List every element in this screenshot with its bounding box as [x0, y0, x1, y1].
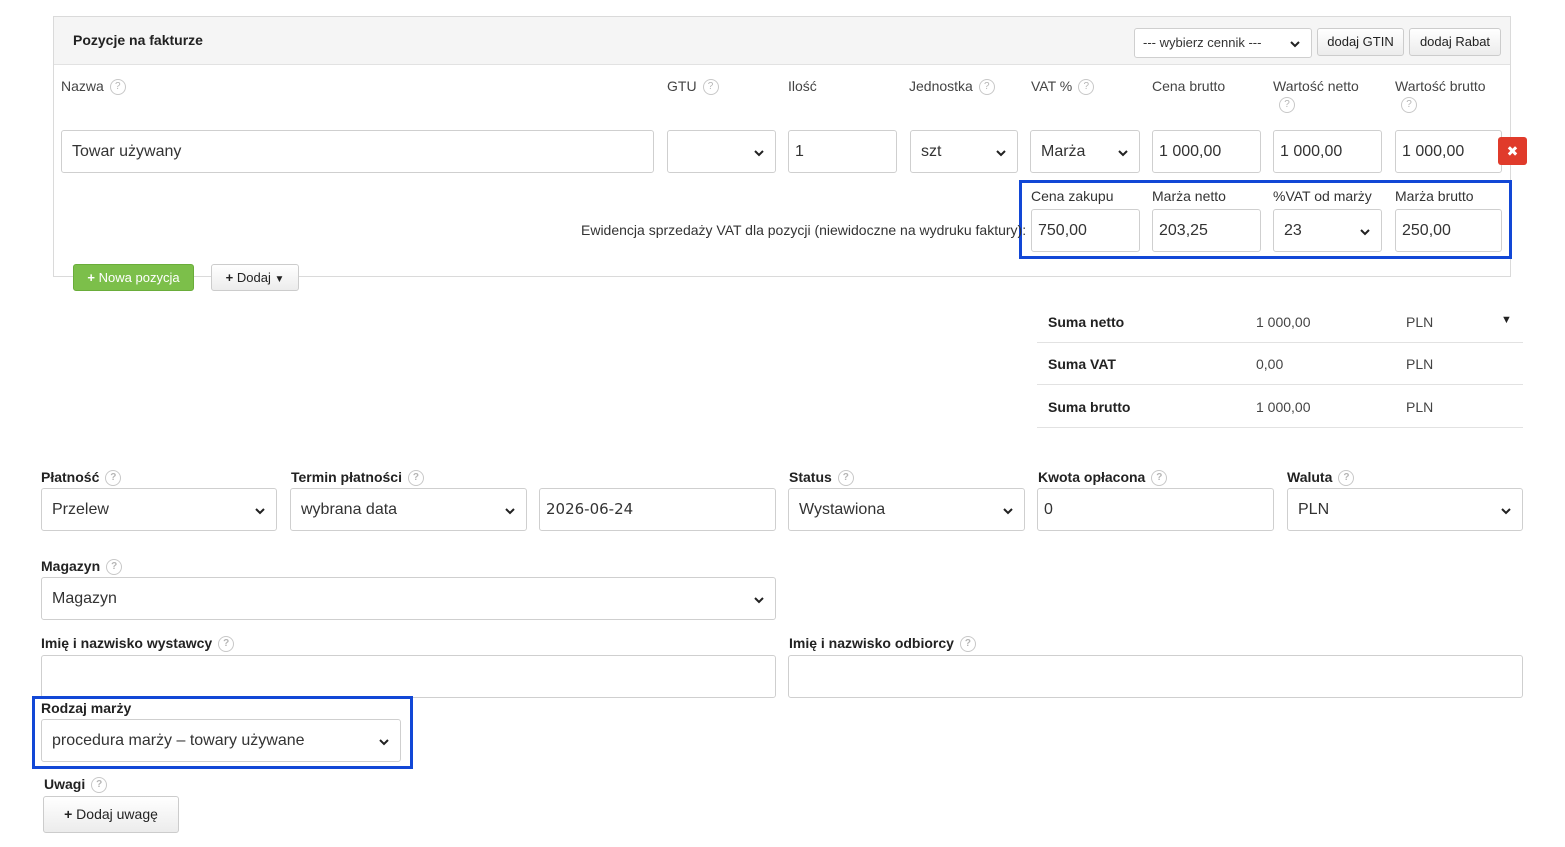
item-gross-price-input[interactable]: 1 000,00 — [1152, 130, 1261, 173]
notes-label: Uwagi? — [44, 776, 108, 794]
help-icon[interactable]: ? — [407, 470, 424, 487]
due-date-input[interactable]: 2026-06-24 — [539, 488, 776, 531]
column-gross-value-header: Wartość brutto? — [1395, 78, 1486, 113]
help-icon[interactable]: ? — [1078, 79, 1095, 96]
chevron-down-icon — [504, 489, 516, 530]
help-icon[interactable]: ? — [1338, 470, 1355, 487]
currency-label: Waluta? — [1287, 469, 1355, 487]
help-icon[interactable]: ? — [959, 636, 976, 653]
gross-margin-input[interactable]: 250,00 — [1395, 209, 1502, 252]
vat-rate-label: %VAT od marży — [1273, 188, 1372, 204]
item-vat-select[interactable]: Marża — [1030, 130, 1140, 173]
gross-margin-label: Marża brutto — [1395, 188, 1474, 204]
plus-icon: + — [225, 270, 234, 285]
net-margin-input[interactable]: 203,25 — [1152, 209, 1261, 252]
add-discount-button[interactable]: dodaj Rabat — [1409, 28, 1501, 56]
chevron-down-icon — [1289, 29, 1301, 57]
payment-select[interactable]: Przelew — [41, 488, 277, 531]
help-icon[interactable]: ? — [702, 79, 719, 96]
issuer-label: Imię i nazwisko wystawcy? — [41, 635, 235, 653]
help-icon[interactable]: ? — [1279, 97, 1295, 113]
warehouse-select[interactable]: Magazyn — [41, 577, 776, 620]
due-label: Termin płatności? — [291, 469, 424, 487]
chevron-down-icon — [995, 131, 1007, 172]
net-margin-label: Marża netto — [1152, 188, 1226, 204]
add-gtin-button[interactable]: dodaj GTIN — [1317, 28, 1404, 56]
help-icon[interactable]: ? — [91, 777, 108, 794]
recipient-input[interactable] — [788, 655, 1523, 698]
payment-label: Płatność? — [41, 469, 122, 487]
item-gross-value-input[interactable]: 1 000,00 — [1395, 130, 1502, 173]
caret-down-icon: ▼ — [274, 274, 285, 285]
chevron-down-icon — [1002, 489, 1014, 530]
panel-title: Pozycje na fakturze — [73, 32, 203, 48]
total-row-net: Suma netto 1 000,00 PLN ▼ — [1037, 301, 1523, 343]
add-dropdown-button[interactable]: + Dodaj ▼ — [211, 264, 299, 291]
chevron-down-icon — [378, 720, 390, 761]
margin-type-label: Rodzaj marży — [41, 700, 132, 716]
total-row-vat: Suma VAT 0,00 PLN — [1037, 343, 1523, 385]
item-net-value-input[interactable]: 1 000,00 — [1273, 130, 1382, 173]
help-icon[interactable]: ? — [978, 79, 995, 96]
chevron-down-icon — [254, 489, 266, 530]
help-icon[interactable]: ? — [1401, 97, 1417, 113]
column-gross-price-header: Cena brutto — [1152, 78, 1226, 94]
add-note-button[interactable]: + Dodaj uwagę — [43, 796, 179, 833]
item-name-input[interactable]: Towar używany — [61, 130, 654, 173]
chevron-down-icon — [753, 578, 765, 619]
chevron-down-icon — [1117, 131, 1129, 172]
plus-icon: + — [64, 806, 73, 822]
column-unit-header: Jednostka? — [909, 78, 995, 96]
help-icon[interactable]: ? — [218, 636, 235, 653]
new-item-button[interactable]: + Nowa pozycja — [73, 264, 194, 291]
margin-type-select[interactable]: procedura marży – towary używane — [41, 719, 401, 762]
status-select[interactable]: Wystawiona — [788, 488, 1025, 531]
vat-rate-select[interactable]: 23 — [1273, 209, 1382, 252]
help-icon[interactable]: ? — [106, 559, 123, 576]
plus-icon: + — [87, 270, 96, 285]
column-name-header: Nazwa? — [61, 78, 126, 96]
item-gtu-select[interactable] — [667, 130, 776, 173]
help-icon[interactable]: ? — [837, 470, 854, 487]
recipient-label: Imię i nazwisko odbiorcy? — [789, 635, 976, 653]
warehouse-label: Magazyn? — [41, 558, 123, 576]
paid-amount-input[interactable]: 0 — [1037, 488, 1274, 531]
delete-item-icon[interactable]: ✖ — [1498, 137, 1527, 165]
help-icon[interactable]: ? — [105, 470, 122, 487]
help-icon[interactable]: ? — [1151, 470, 1168, 487]
total-row-gross: Suma brutto 1 000,00 PLN — [1037, 386, 1523, 428]
chevron-down-icon — [1359, 210, 1371, 251]
margin-note: Ewidencja sprzedaży VAT dla pozycji (nie… — [581, 222, 1027, 238]
purchase-price-input[interactable]: 750,00 — [1031, 209, 1140, 252]
column-qty-header: Ilość — [788, 78, 817, 94]
column-net-value-header: Wartość netto? — [1273, 78, 1359, 113]
issuer-input[interactable] — [41, 655, 776, 698]
caret-down-icon[interactable]: ▼ — [1501, 314, 1512, 326]
status-label: Status? — [789, 469, 854, 487]
item-unit-select[interactable]: szt — [910, 130, 1018, 173]
column-gtu-header: GTU? — [667, 78, 719, 96]
currency-select[interactable]: PLN — [1287, 488, 1523, 531]
item-qty-input[interactable]: 1 — [788, 130, 897, 173]
chevron-down-icon — [753, 131, 765, 172]
help-icon[interactable]: ? — [109, 79, 126, 96]
chevron-down-icon — [1500, 489, 1512, 530]
pricelist-select[interactable]: --- wybierz cennik --- — [1134, 28, 1312, 58]
paid-amount-label: Kwota opłacona? — [1038, 469, 1168, 487]
purchase-price-label: Cena zakupu — [1031, 188, 1114, 204]
column-vat-header: VAT %? — [1031, 78, 1095, 96]
due-type-select[interactable]: wybrana data — [290, 488, 527, 531]
